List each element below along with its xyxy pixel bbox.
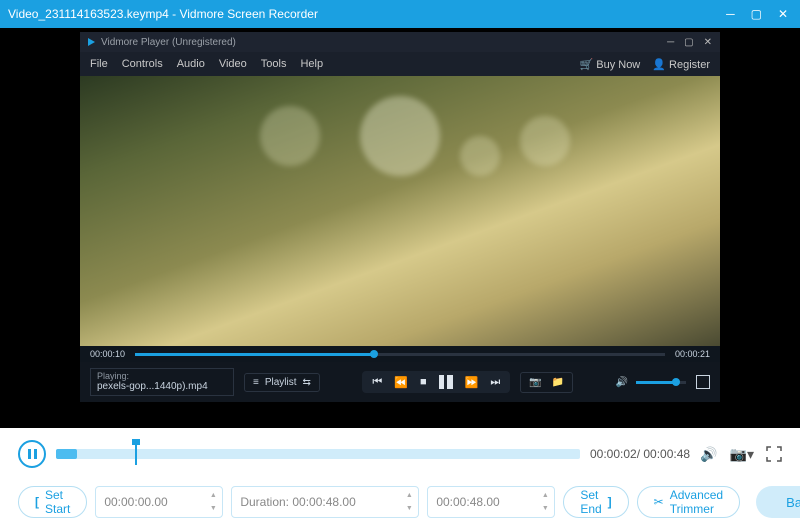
stop-button[interactable]: ■ — [420, 376, 427, 388]
start-time-input[interactable]: 00:00:00.00 ▲▼ — [95, 486, 223, 518]
camera-icon[interactable]: 📷 — [529, 377, 541, 388]
register-button[interactable]: 👤 Register — [652, 58, 710, 71]
seek-time-label: 00:00:02/ 00:00:48 — [590, 447, 690, 461]
menu-file[interactable]: File — [90, 58, 108, 70]
hamburger-icon: ≡ — [253, 377, 259, 388]
next-button[interactable]: ⏭ — [490, 376, 500, 389]
preview-area: Vidmore Player (Unregistered) ─ ▢ ✕ File… — [0, 28, 800, 428]
play-logo-icon — [88, 38, 95, 46]
player-current-time: 00:00:10 — [90, 349, 125, 359]
buy-now-button[interactable]: 🛒 Buy Now — [579, 58, 640, 71]
player-close-button[interactable]: ✕ — [704, 37, 712, 48]
menu-help[interactable]: Help — [300, 58, 323, 70]
trimmer-panel: 00:00:02/ 00:00:48 🔊 📷▾ [ Set Start 00:0… — [0, 428, 800, 532]
prev-button[interactable]: ⏮ — [372, 376, 382, 389]
rewind-button[interactable]: ⏪ — [394, 376, 408, 389]
player-progress-bar[interactable]: 00:00:10 00:00:21 — [80, 346, 720, 362]
snapshot-icon[interactable]: 📷▾ — [730, 446, 754, 463]
video-canvas[interactable] — [80, 76, 720, 346]
player-maximize-button[interactable]: ▢ — [684, 37, 693, 48]
fullscreen-button[interactable] — [696, 375, 710, 389]
capture-controls: 📷 📁 — [520, 372, 573, 393]
player-seek-track[interactable] — [135, 353, 665, 356]
scissors-icon: ✂ — [654, 495, 664, 509]
now-playing-box: Playing: pexels-gop...1440p).mp4 — [90, 368, 234, 397]
player-total-time: 00:00:21 — [675, 349, 710, 359]
minimize-button[interactable]: ─ — [726, 7, 735, 21]
seek-pause-button[interactable] — [18, 440, 46, 468]
advanced-trimmer-button[interactable]: ✂ Advanced Trimmer — [637, 486, 740, 518]
mute-icon[interactable]: 🔊 — [700, 446, 717, 463]
player-controls: Playing: pexels-gop...1440p).mp4 ≡ Playl… — [80, 362, 720, 402]
end-time-input[interactable]: 00:00:48.00 ▲▼ — [427, 486, 555, 518]
now-playing-label: Playing: — [97, 371, 227, 382]
app-titlebar: Video_231114163523.keymp4 - Vidmore Scre… — [0, 0, 800, 28]
player-titlebar: Vidmore Player (Unregistered) ─ ▢ ✕ — [80, 32, 720, 52]
folder-icon[interactable]: 📁 — [552, 377, 564, 388]
playback-controls: ⏮ ⏪ ■ ⏩ ⏭ — [362, 371, 510, 393]
close-button[interactable]: ✕ — [778, 7, 788, 21]
end-time-down[interactable]: ▼ — [538, 502, 552, 515]
pause-button[interactable] — [439, 375, 453, 389]
start-time-up[interactable]: ▲ — [206, 489, 220, 502]
now-playing-file: pexels-gop...1440p).mp4 — [97, 381, 227, 393]
player-menubar: File Controls Audio Video Tools Help 🛒 B… — [80, 52, 720, 76]
seek-track[interactable] — [56, 449, 580, 459]
volume-control: 🔊 — [616, 377, 686, 388]
maximize-button[interactable]: ▢ — [751, 7, 762, 21]
playlist-label: Playlist — [265, 377, 297, 388]
playlist-toggle-icon: ⇆ — [303, 377, 311, 388]
forward-button[interactable]: ⏩ — [465, 376, 479, 389]
back-button[interactable]: Back — [756, 486, 800, 518]
duration-up[interactable]: ▲ — [402, 489, 416, 502]
end-time-up[interactable]: ▲ — [538, 489, 552, 502]
set-end-button[interactable]: Set End ] — [563, 486, 628, 518]
embedded-player: Vidmore Player (Unregistered) ─ ▢ ✕ File… — [80, 32, 720, 402]
menu-controls[interactable]: Controls — [122, 58, 163, 70]
duration-down[interactable]: ▼ — [402, 502, 416, 515]
duration-input[interactable]: Duration: 00:00:48.00 ▲▼ — [231, 486, 419, 518]
playlist-button[interactable]: ≡ Playlist ⇆ — [244, 373, 320, 392]
window-title: Video_231114163523.keymp4 - Vidmore Scre… — [8, 7, 726, 21]
start-time-down[interactable]: ▼ — [206, 502, 220, 515]
menu-tools[interactable]: Tools — [261, 58, 287, 70]
seek-marker[interactable] — [135, 443, 137, 465]
bracket-end-icon: ] — [608, 495, 612, 509]
menu-video[interactable]: Video — [219, 58, 247, 70]
set-start-button[interactable]: [ Set Start — [18, 486, 87, 518]
expand-icon[interactable] — [766, 446, 782, 462]
player-minimize-button[interactable]: ─ — [667, 37, 674, 48]
menu-audio[interactable]: Audio — [177, 58, 205, 70]
bracket-start-icon: [ — [35, 495, 39, 509]
volume-slider[interactable] — [636, 381, 686, 384]
player-brand: Vidmore Player (Unregistered) — [101, 37, 236, 48]
speaker-icon[interactable]: 🔊 — [616, 377, 628, 388]
